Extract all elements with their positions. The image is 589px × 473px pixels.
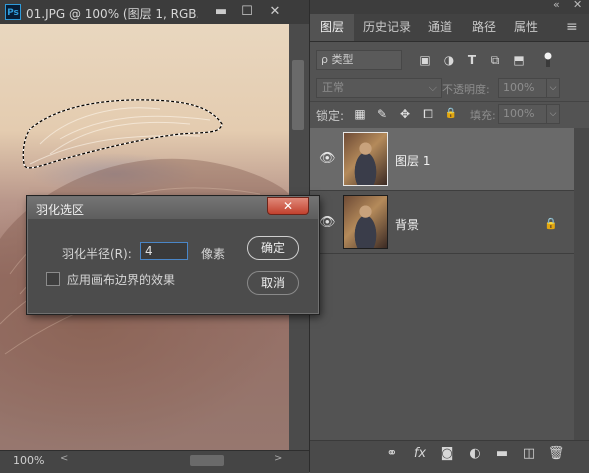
- layers-panel: « ✕ 图层 历史记录 通道 路径 属性 ≡ ρ 类型 ▣ ◑ T ⧉ ⬒ 正常…: [309, 0, 589, 473]
- document-title: 01.JPG @ 100% (图层 1, RGB...: [26, 7, 198, 21]
- dialog-close-icon[interactable]: ✕: [267, 197, 309, 215]
- layers-scrollbar[interactable]: [574, 128, 589, 440]
- visibility-eye-icon[interactable]: 👁: [319, 216, 336, 229]
- minimize-icon[interactable]: ▬: [208, 3, 234, 20]
- background-lock-icon: 🔒: [544, 217, 558, 230]
- blend-mode-value: 正常: [322, 81, 344, 94]
- scroll-right-icon[interactable]: >: [274, 453, 282, 464]
- lock-image-pixels-icon[interactable]: ✎: [374, 105, 390, 123]
- scroll-left-icon[interactable]: <: [60, 453, 68, 464]
- delete-layer-icon[interactable]: 🗑: [546, 445, 566, 463]
- vertical-scroll-thumb[interactable]: [292, 60, 304, 130]
- adjustment-filter-icon[interactable]: ◑: [440, 50, 458, 70]
- filter-type-select[interactable]: ρ 类型: [316, 50, 402, 70]
- opacity-label: 不透明度:: [442, 83, 490, 96]
- selection-marquee: [22, 99, 223, 169]
- shape-filter-icon[interactable]: ⧉: [486, 50, 504, 70]
- ok-button[interactable]: 确定: [247, 236, 299, 260]
- opacity-input[interactable]: 100%: [498, 78, 548, 98]
- layer-thumbnail: [343, 195, 388, 249]
- new-layer-icon[interactable]: ◫: [519, 445, 539, 463]
- fill-dropdown-icon[interactable]: ⌵: [546, 104, 560, 124]
- lock-position-icon[interactable]: ✥: [397, 105, 413, 123]
- close-window-icon[interactable]: ✕: [262, 3, 288, 20]
- lock-transparent-pixels-icon[interactable]: ▦: [352, 105, 368, 123]
- cancel-button[interactable]: 取消: [247, 271, 299, 295]
- tab-history[interactable]: 历史记录: [358, 14, 416, 41]
- fill-input[interactable]: 100%: [498, 104, 548, 124]
- lock-label: 锁定:: [316, 109, 345, 123]
- zoom-level[interactable]: 100%: [13, 454, 44, 467]
- add-mask-icon[interactable]: ◙: [437, 445, 457, 463]
- type-filter-icon[interactable]: T: [463, 50, 481, 70]
- panel-top-bar: [310, 0, 589, 14]
- layer-row-background[interactable]: 👁 背景: [310, 191, 574, 254]
- lock-all-icon[interactable]: 🔒: [443, 105, 459, 123]
- layer-thumbnail: [343, 132, 388, 186]
- feather-radius-input[interactable]: [140, 242, 188, 260]
- visibility-eye-icon[interactable]: 👁: [319, 152, 336, 165]
- opacity-dropdown-icon[interactable]: ⌵: [546, 78, 560, 98]
- layer-style-fx-icon[interactable]: fx: [410, 445, 430, 463]
- layer-name[interactable]: 图层 1: [395, 152, 430, 169]
- tab-channels[interactable]: 通道: [422, 14, 458, 41]
- maximize-icon[interactable]: ☐: [234, 3, 260, 20]
- adjustment-layer-icon[interactable]: ◐: [465, 445, 485, 463]
- fill-label: 填充:: [470, 109, 496, 122]
- new-group-folder-icon[interactable]: ▬: [492, 445, 512, 463]
- smart-object-filter-icon[interactable]: ⬒: [510, 50, 528, 70]
- feather-radius-unit: 像素: [201, 247, 226, 261]
- collapse-panel-icon[interactable]: «: [553, 0, 560, 11]
- filter-toggle-icon[interactable]: [544, 52, 552, 68]
- filter-type-label: 类型: [331, 53, 354, 66]
- feather-radius-label: 羽化半径(R):: [62, 247, 132, 261]
- blend-mode-select[interactable]: 正常 ⌵: [316, 78, 442, 98]
- document-titlebar[interactable]: Ps 01.JPG @ 100% (图层 1, RGB... ▬ ☐ ✕: [0, 0, 309, 25]
- feather-selection-dialog: 羽化选区 ✕ 羽化半径(R): 像素 确定 取消 应用画布边界的效果: [27, 196, 319, 314]
- layer-name[interactable]: 背景: [395, 216, 419, 233]
- photoshop-logo-icon: Ps: [5, 4, 21, 20]
- lock-artboard-icon[interactable]: ⧠: [420, 105, 436, 123]
- tab-properties[interactable]: 属性: [508, 14, 544, 41]
- tab-layers[interactable]: 图层: [310, 14, 354, 41]
- image-filter-icon[interactable]: ▣: [416, 50, 434, 70]
- canvas-edge-label[interactable]: 应用画布边界的效果: [67, 271, 175, 288]
- dialog-title: 羽化选区: [36, 203, 85, 217]
- status-bar: [0, 450, 309, 473]
- panel-close-icon[interactable]: ✕: [573, 0, 582, 11]
- blend-dropdown-icon: ⌵: [428, 81, 437, 94]
- canvas-edge-checkbox[interactable]: [46, 272, 60, 286]
- panel-menu-icon[interactable]: ≡: [566, 14, 578, 41]
- layer-row-layer-1[interactable]: 👁 图层 1: [310, 128, 574, 191]
- tab-paths[interactable]: 路径: [466, 14, 502, 41]
- link-layers-icon[interactable]: ⚭: [382, 445, 402, 463]
- horizontal-scroll-thumb[interactable]: [190, 455, 224, 466]
- search-icon: ρ: [321, 53, 328, 66]
